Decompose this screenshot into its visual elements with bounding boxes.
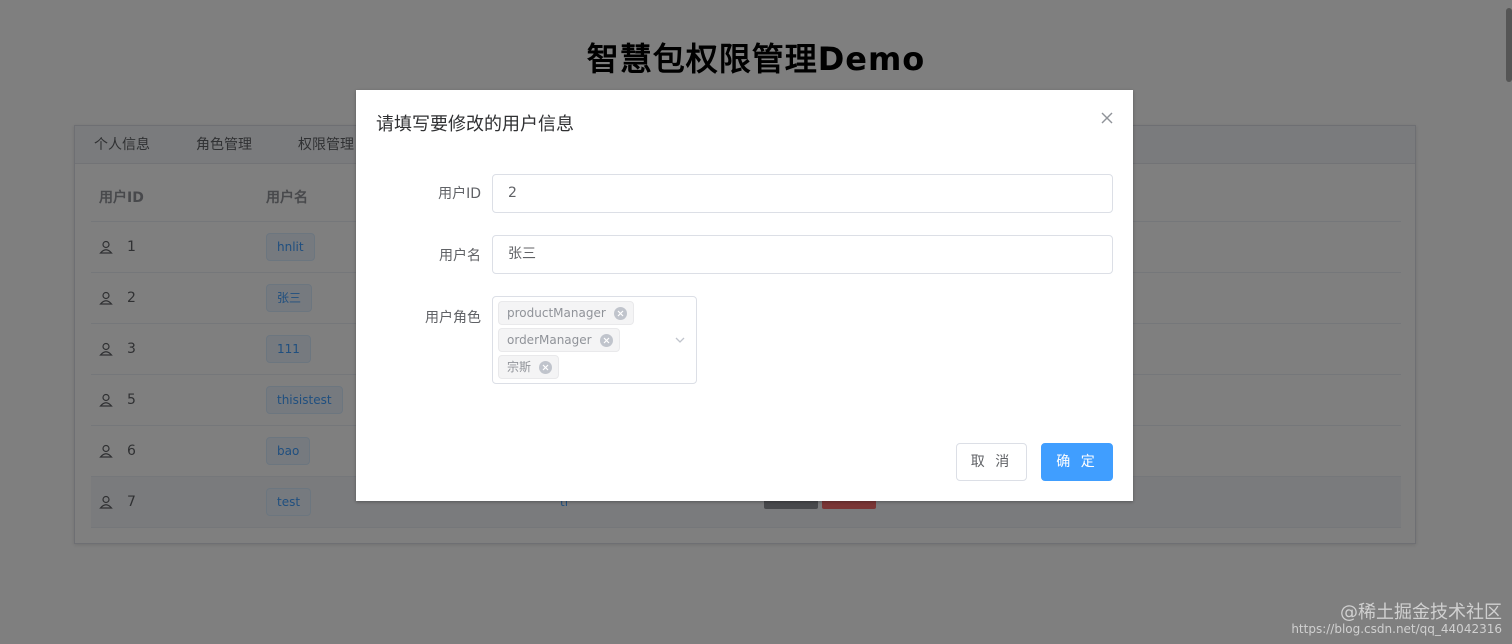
user-id-input[interactable]: 2 xyxy=(492,174,1113,213)
user-id-label: 用户ID xyxy=(438,186,481,202)
scrollbar-thumb[interactable] xyxy=(1506,8,1512,82)
role-chip: productManager xyxy=(498,301,634,325)
role-chip-label: productManager xyxy=(507,306,606,320)
confirm-button[interactable]: 确 定 xyxy=(1041,443,1113,481)
watermark-community: @稀土掘金技术社区 xyxy=(1340,602,1502,623)
cancel-button[interactable]: 取 消 xyxy=(956,443,1027,481)
chevron-down-icon[interactable] xyxy=(674,334,686,346)
role-chip: 宗斯 xyxy=(498,355,560,379)
user-name-input[interactable]: 张三 xyxy=(492,235,1113,274)
chip-close-icon[interactable] xyxy=(613,306,627,320)
watermark-url: https://blog.csdn.net/qq_44042316 xyxy=(1291,622,1502,636)
edit-user-dialog: 请填写要修改的用户信息 用户ID 2 用户名 张三 用户角色 productMa… xyxy=(356,90,1133,501)
dialog-title: 请填写要修改的用户信息 xyxy=(376,114,574,135)
role-chip-label: orderManager xyxy=(507,333,592,347)
user-roles-label: 用户角色 xyxy=(425,310,481,326)
role-chip: orderManager xyxy=(498,328,620,352)
close-icon[interactable] xyxy=(1097,108,1117,128)
chip-close-icon[interactable] xyxy=(599,333,613,347)
user-roles-select[interactable]: productManager orderManager 宗斯 xyxy=(492,296,697,384)
user-name-label: 用户名 xyxy=(439,248,481,264)
role-chip-label: 宗斯 xyxy=(507,360,532,374)
chip-close-icon[interactable] xyxy=(539,360,553,374)
